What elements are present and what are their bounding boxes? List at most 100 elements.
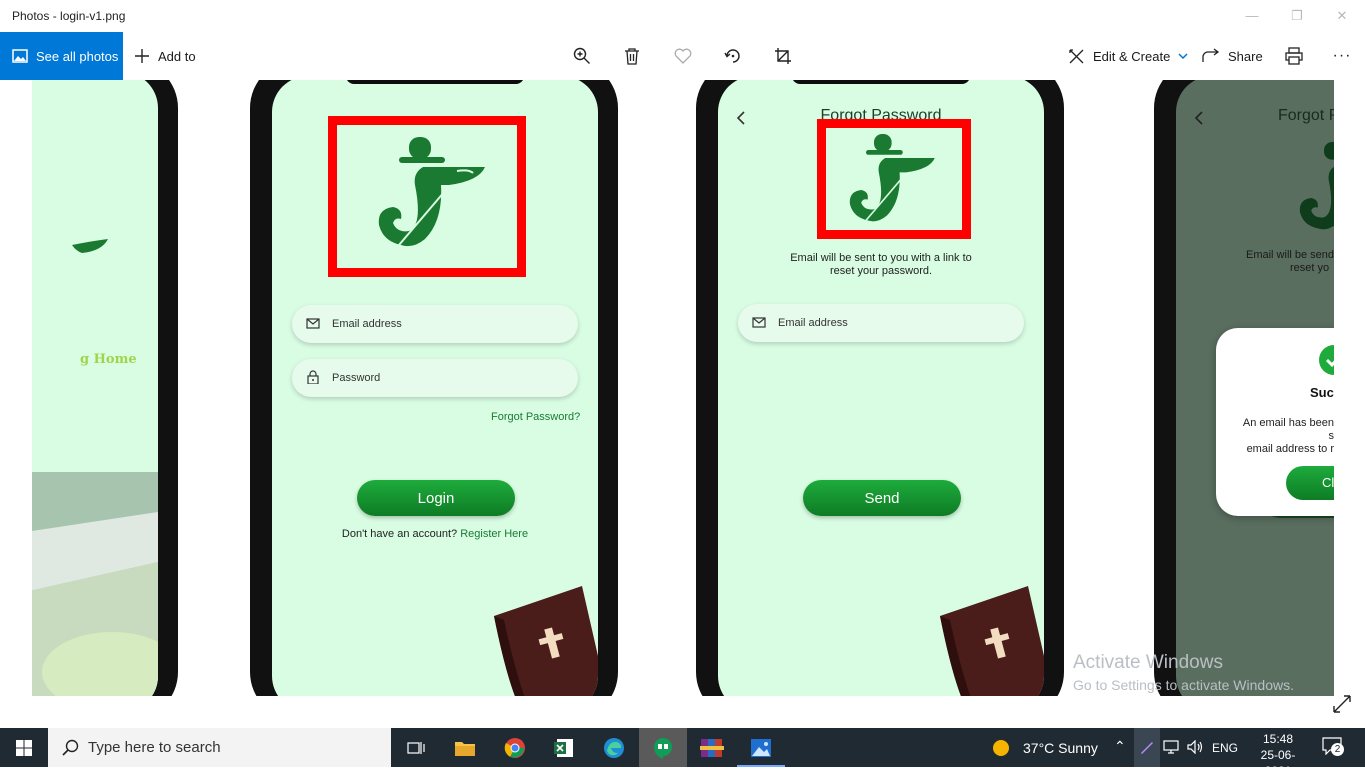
send-button[interactable]: Send — [803, 480, 961, 516]
share-button[interactable]: Share — [1202, 32, 1263, 80]
toolbar: See all photos Add to Edit & Create Shar… — [0, 32, 1365, 80]
edit-create-button[interactable]: Edit & Create — [1068, 32, 1188, 80]
spreadsheet-icon — [554, 738, 573, 757]
app-logo-icon-dim — [1299, 142, 1334, 230]
phone-notch — [792, 80, 970, 84]
archive-icon — [700, 738, 724, 757]
book-icon — [940, 586, 1044, 696]
printer-icon — [1285, 47, 1303, 65]
chevron-down-icon — [1178, 53, 1188, 59]
phone-screen-login: Email address Password Forgot Password? … — [272, 80, 598, 696]
see-all-photos-button[interactable]: See all photos — [0, 32, 123, 80]
network-icon[interactable] — [1163, 740, 1179, 754]
dialog-close-button[interactable]: Cl — [1286, 466, 1334, 500]
tagline-fragment: g Home — [80, 352, 137, 367]
title-bar: Photos - login-v1.png — ❐ ✕ — [0, 0, 1365, 32]
password-placeholder: Password — [332, 372, 381, 384]
taskbar-app-excel[interactable] — [540, 728, 588, 767]
logo-fragment — [72, 239, 108, 253]
favorite-button[interactable] — [669, 32, 697, 80]
pen-icon[interactable] — [1139, 739, 1155, 755]
notification-center-button[interactable]: 2 — [1322, 737, 1346, 759]
no-account-text: Don't have an account? — [341, 528, 458, 540]
chrome-icon — [504, 737, 525, 758]
taskbar-search-box[interactable]: Type here to search — [48, 728, 391, 767]
photos-app-icon — [751, 738, 771, 757]
email-placeholder: Email address — [332, 318, 402, 330]
clock-date: 25-06-2021 — [1260, 748, 1296, 778]
print-button[interactable] — [1280, 32, 1308, 80]
edge-icon — [604, 737, 624, 758]
taskbar-app-file-explorer[interactable] — [441, 728, 489, 767]
forgot-password-link[interactable]: Forgot Password? — [491, 411, 580, 423]
plus-icon — [135, 49, 149, 63]
dialog-message: An email has been s email address to r — [1236, 417, 1334, 456]
minimize-button[interactable]: — — [1242, 6, 1262, 26]
see-all-photos-label: See all photos — [36, 48, 119, 64]
phone-screen-forgot: Forgot Password Email will be sent to yo… — [718, 80, 1044, 696]
clock-time: 15:48 — [1262, 732, 1294, 746]
mail-icon — [752, 317, 766, 328]
watermark-line2: Go to Settings to activate Windows. — [1073, 677, 1294, 693]
edit-create-icon — [1069, 48, 1084, 63]
start-button[interactable] — [0, 728, 48, 767]
expand-icon[interactable] — [1332, 694, 1352, 714]
logo-highlight-box-2 — [817, 119, 971, 239]
password-field[interactable]: Password — [292, 359, 578, 397]
rotate-button[interactable] — [719, 32, 747, 80]
add-to-label: Add to — [158, 48, 196, 64]
trash-icon — [625, 48, 639, 65]
more-options-button[interactable]: ··· — [1328, 32, 1356, 80]
zoom-in-icon — [573, 47, 590, 64]
mail-icon — [306, 318, 320, 329]
edit-create-label: Edit & Create — [1093, 48, 1171, 64]
weather-icon-wrap[interactable] — [986, 728, 1016, 767]
zoom-button[interactable] — [568, 32, 596, 80]
watermark-line1: Activate Windows — [1073, 652, 1223, 673]
phone-notch — [346, 80, 524, 84]
phone-mockup-forgot: Forgot Password Email will be sent to yo… — [696, 80, 1064, 696]
folder-icon — [455, 741, 475, 756]
dialog-title: Suc — [1310, 385, 1334, 400]
image-viewer[interactable]: g Home Email address Password Forgot Pas… — [32, 80, 1334, 696]
search-icon — [62, 739, 79, 756]
share-label: Share — [1228, 48, 1263, 64]
taskbar-app-edge[interactable] — [590, 728, 638, 767]
chevron-up-icon[interactable]: ⌃ — [1114, 738, 1126, 755]
clock[interactable]: 15:48 25-06-2021 — [1250, 731, 1306, 779]
app-logo-icon — [378, 137, 485, 247]
lock-icon — [307, 370, 319, 384]
dialog-line2: email address to r — [1246, 443, 1334, 455]
close-button[interactable]: ✕ — [1332, 6, 1352, 26]
forgot-email-field[interactable]: Email address — [738, 304, 1024, 342]
maximize-button[interactable]: ❐ — [1287, 6, 1307, 26]
language-indicator[interactable]: ENG — [1212, 741, 1238, 755]
taskbar-app-photos[interactable] — [737, 728, 785, 767]
login-button[interactable]: Login — [357, 480, 515, 516]
register-link[interactable]: Register Here — [460, 528, 528, 540]
taskbar-app-hangouts[interactable] — [639, 728, 687, 767]
task-view-button[interactable] — [392, 728, 440, 767]
photos-icon — [12, 49, 28, 63]
email-field[interactable]: Email address — [292, 305, 578, 343]
success-desc: Email will be send reset yo — [1246, 249, 1334, 275]
crop-button[interactable] — [769, 32, 797, 80]
more-icon: ··· — [1332, 47, 1352, 64]
windows-logo-icon — [16, 739, 32, 756]
add-to-button[interactable]: Add to — [134, 32, 196, 80]
forgot-description: Email will be sent to you with a link to… — [718, 252, 1044, 278]
taskbar-app-winrar[interactable] — [688, 728, 736, 767]
success-dialog: Suc An email has been s email address to… — [1216, 328, 1334, 516]
heart-icon — [674, 48, 692, 64]
success-title-partial: Forgot P — [1278, 107, 1334, 124]
weather-text[interactable]: 37°C Sunny — [1023, 740, 1098, 756]
app-logo-icon-small — [849, 134, 935, 222]
taskbar-app-chrome[interactable] — [491, 728, 539, 767]
delete-button[interactable] — [618, 32, 646, 80]
volume-icon[interactable] — [1187, 740, 1203, 754]
back-arrow-icon — [1194, 111, 1203, 125]
sun-icon — [993, 739, 1009, 756]
check-circle-icon — [1319, 345, 1334, 375]
photo-image — [32, 472, 158, 696]
crop-icon — [775, 48, 791, 64]
